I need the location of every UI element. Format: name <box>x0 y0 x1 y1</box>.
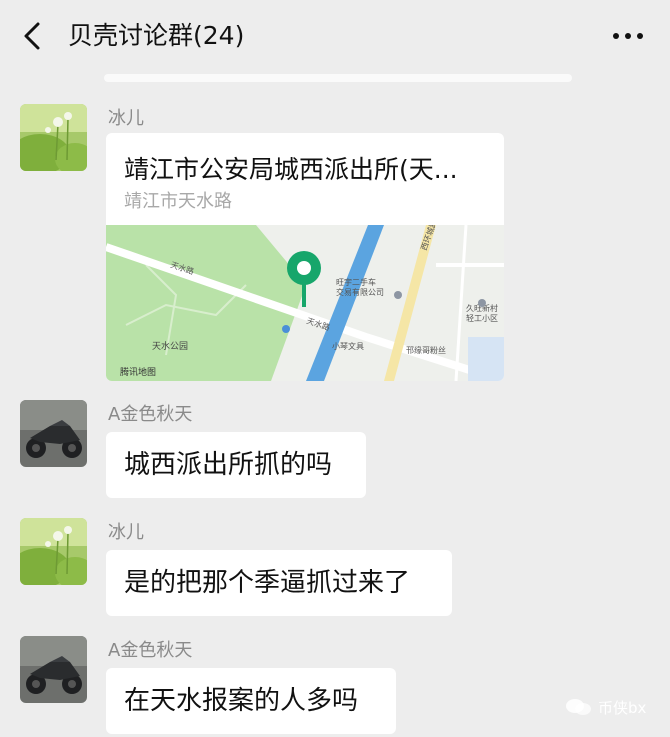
location-title: 靖江市公安局城西派出所(天... <box>124 155 458 184</box>
location-message-card[interactable]: 靖江市公安局城西派出所(天... 靖江市天水路 天水路 天水路 天水公园 旺宇二… <box>106 133 504 381</box>
watermark: 币侠bx <box>564 692 646 722</box>
map-label-poi-3: 邗缘哥粉丝 <box>406 345 446 355</box>
motorcycle-avatar-image <box>20 400 87 467</box>
avatar[interactable] <box>20 104 87 171</box>
map-label-park: 天水公园 <box>152 340 188 352</box>
dandelion-avatar-image <box>20 518 87 585</box>
sender-name: A金色秋天 <box>108 404 193 425</box>
map-label-poi-2: 小琴文具 <box>332 341 364 351</box>
message-bubble[interactable]: 在天水报案的人多吗 <box>106 668 396 734</box>
avatar[interactable] <box>20 518 87 585</box>
map-poi-marker <box>282 325 290 333</box>
back-arrow-icon[interactable] <box>18 16 48 56</box>
watermark-text: 币侠bx <box>598 698 647 717</box>
avatar[interactable] <box>20 636 87 703</box>
chat-title: 贝壳讨论群(24) <box>68 21 245 50</box>
message-bubble[interactable]: 城西派出所抓的吗 <box>106 432 366 498</box>
sender-name: A金色秋天 <box>108 640 193 661</box>
map-poi-marker <box>478 299 486 307</box>
avatar[interactable] <box>20 400 87 467</box>
sender-name: 冰儿 <box>108 108 144 129</box>
chat-header: 贝壳讨论群(24) <box>0 0 670 72</box>
motorcycle-avatar-image <box>20 636 87 703</box>
sender-name: 冰儿 <box>108 522 144 543</box>
map-poi-marker <box>394 291 402 299</box>
dandelion-avatar-image <box>20 104 87 171</box>
scroll-remnant-divider <box>104 74 572 82</box>
location-address: 靖江市天水路 <box>124 191 232 212</box>
more-options-icon[interactable] <box>604 22 652 50</box>
map-provider-logo: 腾讯地图 <box>120 366 156 378</box>
wechat-channel-icon <box>566 699 591 715</box>
message-bubble[interactable]: 是的把那个季逼抓过来了 <box>106 550 452 616</box>
map-preview[interactable]: 天水路 天水路 天水公园 旺宇二手车交易有限公司 小琴文具 邗缘哥粉丝 久旺新村… <box>106 225 504 381</box>
